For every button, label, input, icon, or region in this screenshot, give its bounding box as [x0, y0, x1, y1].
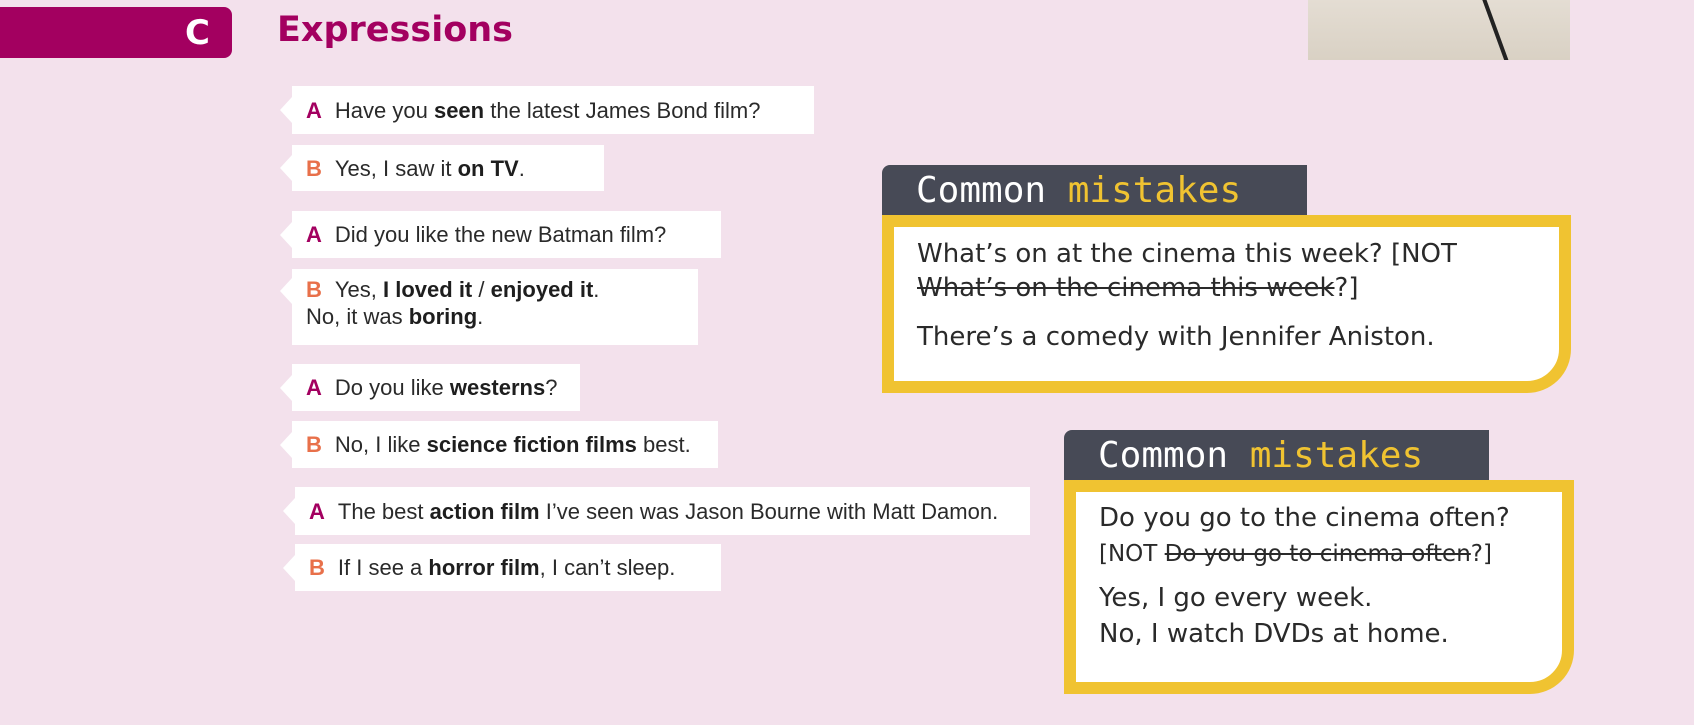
dialogue-line: A Do you like westerns?: [306, 374, 557, 401]
key-expression: on TV: [457, 155, 519, 181]
photo-detail: [1481, 0, 1509, 60]
speaker-b-label: B: [306, 432, 322, 457]
speaker-b-label: B: [306, 277, 322, 302]
speaker-b-label: B: [306, 155, 322, 181]
dialogue-text: I’ve seen was Jason Bourne with Matt Dam…: [539, 498, 999, 524]
dialogue-text: No, it was: [306, 304, 409, 329]
key-expression: I loved it: [383, 277, 473, 302]
speaker-a-label: A: [306, 375, 322, 400]
dialogue-line: B Yes, I saw it on TV.: [306, 155, 525, 182]
speaker-a-label: A: [306, 222, 322, 247]
dialogue-text: , I can’t sleep.: [539, 555, 676, 580]
dialogue-bubble-5: A Do you like westerns?: [280, 364, 580, 411]
wrong-sentence: Do you go to cinema often: [1164, 541, 1471, 567]
label-word-common: Common: [916, 170, 1047, 211]
key-expression: boring: [408, 304, 478, 329]
not-open: [NOT: [1099, 541, 1165, 567]
dialogue-line: B No, I like science fiction films best.: [306, 431, 691, 458]
key-expression: seen: [433, 97, 485, 123]
not-close: ?]: [1470, 541, 1492, 567]
dialogue-line: No, it was boring.: [306, 303, 684, 330]
dialogue-bubble-1: A Have you seen the latest James Bond fil…: [280, 86, 814, 134]
dialogue-bubble-2: B Yes, I saw it on TV.: [280, 145, 604, 191]
dialogue-line: A The best action film I’ve seen was Jaso…: [309, 498, 998, 525]
key-expression: enjoyed it: [490, 277, 594, 302]
correct-sentence: What’s on at the cinema this week?: [917, 239, 1383, 269]
dialogue-text: Have you: [334, 97, 434, 123]
dialogue-text: the latest James Bond film?: [484, 97, 761, 123]
answer-sentence: No, I watch DVDs at home.: [1099, 619, 1449, 649]
speaker-a-label: A: [309, 498, 325, 524]
dialogue-bubble-4: B Yes, I loved it / enjoyed it. No, it was…: [280, 269, 698, 345]
key-expression: horror film: [428, 555, 540, 580]
mistake-correct-sentence: Do you go to the cinema often?: [1099, 503, 1510, 533]
dialogue-bubble-3: A Did you like the new Batman film?: [280, 211, 721, 258]
dialogue-line: B Yes, I loved it / enjoyed it.: [306, 276, 684, 303]
common-mistakes-box: Do you go to the cinema often? [NOT Do y…: [1064, 480, 1574, 694]
common-mistakes-label: Common mistakes: [882, 165, 1307, 217]
section-letter-tab: C: [0, 7, 232, 58]
dialogue-text: .: [477, 304, 484, 329]
speaker-a-label: A: [306, 97, 322, 123]
dialogue-text: Yes, I saw it: [334, 155, 458, 181]
dialogue-line: A Did you like the new Batman film?: [306, 221, 666, 248]
dialogue-bubble-8: B If I see a horror film, I can’t sleep.: [283, 544, 721, 591]
not-open: [NOT: [1382, 239, 1457, 269]
answer-sentence: Yes, I go every week.: [1099, 583, 1373, 613]
dialogue-text: If I see a: [337, 555, 429, 580]
example-sentence: There’s a comedy with Jennifer Aniston.: [917, 322, 1435, 352]
common-mistakes-label: Common mistakes: [1064, 430, 1489, 482]
dialogue-text: Did you like the new Batman film?: [334, 222, 667, 247]
key-expression: science fiction films: [426, 432, 637, 457]
label-word-mistakes: mistakes: [1249, 435, 1424, 476]
dialogue-text: /: [472, 277, 491, 302]
section-letter: C: [185, 12, 210, 53]
section-title: Expressions: [277, 10, 513, 50]
key-expression: action film: [429, 498, 540, 524]
label-word-mistakes: mistakes: [1067, 170, 1242, 211]
dialogue-bubble-6: B No, I like science fiction films best.: [280, 421, 718, 468]
dialogue-bubble-7: A The best action film I’ve seen was Jaso…: [283, 487, 1030, 535]
dialogue-line: B If I see a horror film, I can’t sleep.: [309, 554, 675, 581]
dialogue-text: .: [593, 277, 600, 302]
dialogue-text: Do you like: [334, 375, 450, 400]
label-word-common: Common: [1098, 435, 1229, 476]
dialogue-text: best.: [636, 432, 691, 457]
speaker-b-label: B: [309, 555, 325, 580]
common-mistakes-box: What’s on at the cinema this week? [NOT …: [882, 215, 1571, 393]
dialogue-text: ?: [545, 375, 558, 400]
mistake-correct-sentence: What’s on at the cinema this week? [NOT …: [917, 237, 1535, 305]
dialogue-line: A Have you seen the latest James Bond fil…: [306, 97, 760, 124]
dialogue-text: No, I like: [334, 432, 427, 457]
key-expression: westerns: [449, 375, 546, 400]
wrong-sentence: What’s on the cinema this week: [917, 273, 1335, 303]
dialogue-text: .: [518, 155, 525, 181]
not-close: ?]: [1334, 273, 1359, 303]
mistake-wrong-line: [NOT Do you go to cinema often?]: [1099, 536, 1538, 572]
dialogue-text: The best: [337, 498, 430, 524]
photo-fragment: [1308, 0, 1570, 60]
dialogue-text: Yes,: [334, 277, 384, 302]
